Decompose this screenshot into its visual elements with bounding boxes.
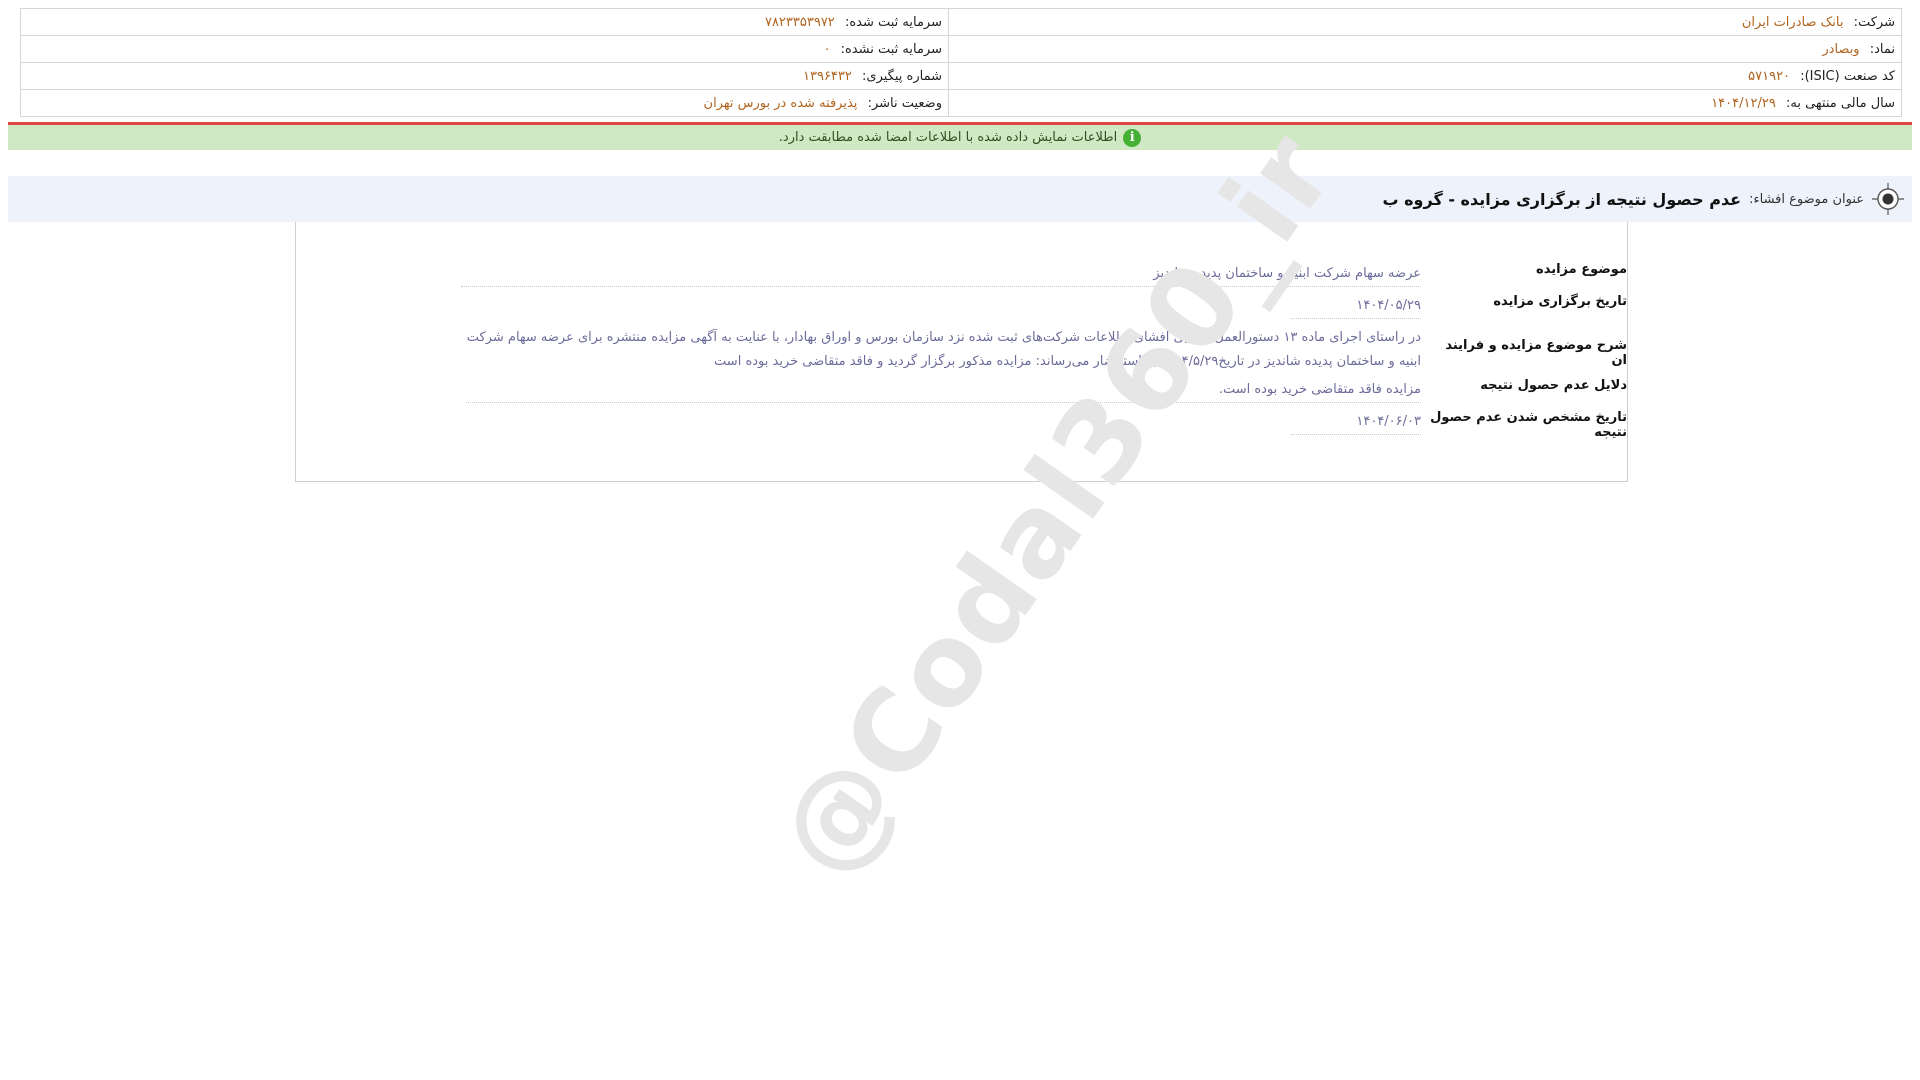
detail-value: مزایده فاقد متقاضی خرید بوده است. bbox=[466, 378, 1421, 403]
publisher-status-cell: وضعیت ناشر: پذیرفته شده در بورس تهران bbox=[20, 89, 949, 117]
target-icon bbox=[1872, 183, 1904, 215]
fiscal-year-value: ۱۴۰۴/۱۲/۲۹ bbox=[1711, 95, 1776, 111]
subject-label: عنوان موضوع افشاء: bbox=[1749, 191, 1864, 207]
capital-unregistered-cell: سرمایه ثبت نشده: ۰ bbox=[20, 35, 949, 63]
isic-label: کد صنعت (ISIC): bbox=[1800, 68, 1895, 84]
disclosure-subject-bar: عنوان موضوع افشاء: عدم حصول نتیجه از برگ… bbox=[8, 176, 1912, 222]
company-cell: شرکت: بانک صادرات ایران bbox=[948, 8, 1902, 36]
info-icon: i bbox=[1123, 128, 1142, 147]
symbol-label: نماد: bbox=[1869, 41, 1895, 57]
company-label: شرکت: bbox=[1853, 14, 1895, 30]
detail-row-auction-date: تاریخ برگزاری مزایده ۱۴۰۴/۰۵/۲۹ bbox=[1291, 294, 1627, 319]
symbol-cell: نماد: وبصادر bbox=[948, 35, 1902, 63]
detail-row-failure-reasons: دلایل عدم حصول نتیجه مزایده فاقد متقاضی … bbox=[466, 378, 1627, 403]
publisher-status-value: پذیرفته شده در بورس تهران bbox=[703, 95, 858, 111]
subject-title: عدم حصول نتیجه از برگزاری مزایده - گروه … bbox=[1382, 189, 1742, 209]
tracking-value: ۱۳۹۶۴۳۲ bbox=[803, 68, 852, 84]
tracking-label: شماره پیگیری: bbox=[862, 68, 942, 84]
disclosure-details-box: موضوع مزایده عرضه سهام شرکت ابنیه و ساخت… bbox=[295, 222, 1628, 482]
symbol-value[interactable]: وبصادر bbox=[1822, 42, 1859, 57]
tracking-cell: شماره پیگیری: ۱۳۹۶۴۳۲ bbox=[20, 62, 949, 90]
detail-value: ۱۴۰۴/۰۶/۰۳ bbox=[1291, 410, 1421, 435]
detail-value: ۱۴۰۴/۰۵/۲۹ bbox=[1291, 294, 1421, 319]
company-value[interactable]: بانک صادرات ایران bbox=[1742, 15, 1844, 30]
publisher-status-label: وضعیت ناشر: bbox=[867, 95, 942, 111]
capital-registered-label: سرمایه ثبت شده: bbox=[844, 14, 942, 30]
verification-text: اطلاعات نمایش داده شده با اطلاعات امضا ش… bbox=[778, 130, 1118, 145]
isic-cell: کد صنعت (ISIC): ۵۷۱۹۲۰ bbox=[948, 62, 1902, 90]
detail-row-auction-description: شرح موضوع مزایده و فرایند ان در راستای ا… bbox=[456, 326, 1627, 374]
fiscal-year-cell: سال مالی منتهی به: ۱۴۰۴/۱۲/۲۹ bbox=[948, 89, 1902, 117]
capital-registered-value: ۷۸۲۳۳۵۳۹۷۲ bbox=[764, 14, 835, 30]
detail-value: عرضه سهام شرکت ابنیه و ساختمان پدیده شان… bbox=[461, 262, 1421, 287]
detail-label: تاریخ برگزاری مزایده bbox=[1493, 294, 1627, 309]
detail-label: دلایل عدم حصول نتیجه bbox=[1480, 378, 1627, 393]
detail-label: تاریخ مشخص شدن عدم حصول نتیجه bbox=[1430, 410, 1627, 440]
detail-row-auction-subject: موضوع مزایده عرضه سهام شرکت ابنیه و ساخت… bbox=[461, 262, 1627, 287]
capital-unregistered-label: سرمایه ثبت نشده: bbox=[840, 41, 942, 57]
capital-registered-cell: سرمایه ثبت شده: ۷۸۲۳۳۵۳۹۷۲ bbox=[20, 8, 949, 36]
capital-unregistered-value: ۰ bbox=[823, 41, 831, 57]
detail-label: موضوع مزایده bbox=[1536, 262, 1627, 277]
signature-verification-bar: i اطلاعات نمایش داده شده با اطلاعات امضا… bbox=[8, 122, 1912, 150]
detail-row-failure-date: تاریخ مشخص شدن عدم حصول نتیجه ۱۴۰۴/۰۶/۰۳ bbox=[1291, 410, 1627, 440]
detail-value: در راستای اجرای ماده ۱۳ دستورالعمل اجرای… bbox=[466, 330, 1421, 369]
detail-label: شرح موضوع مزایده و فرایند ان bbox=[1445, 338, 1627, 368]
company-info-table: شرکت: بانک صادرات ایران سرمایه ثبت شده: … bbox=[20, 8, 1902, 117]
isic-value: ۵۷۱۹۲۰ bbox=[1748, 68, 1791, 84]
fiscal-year-label: سال مالی منتهی به: bbox=[1785, 95, 1895, 111]
